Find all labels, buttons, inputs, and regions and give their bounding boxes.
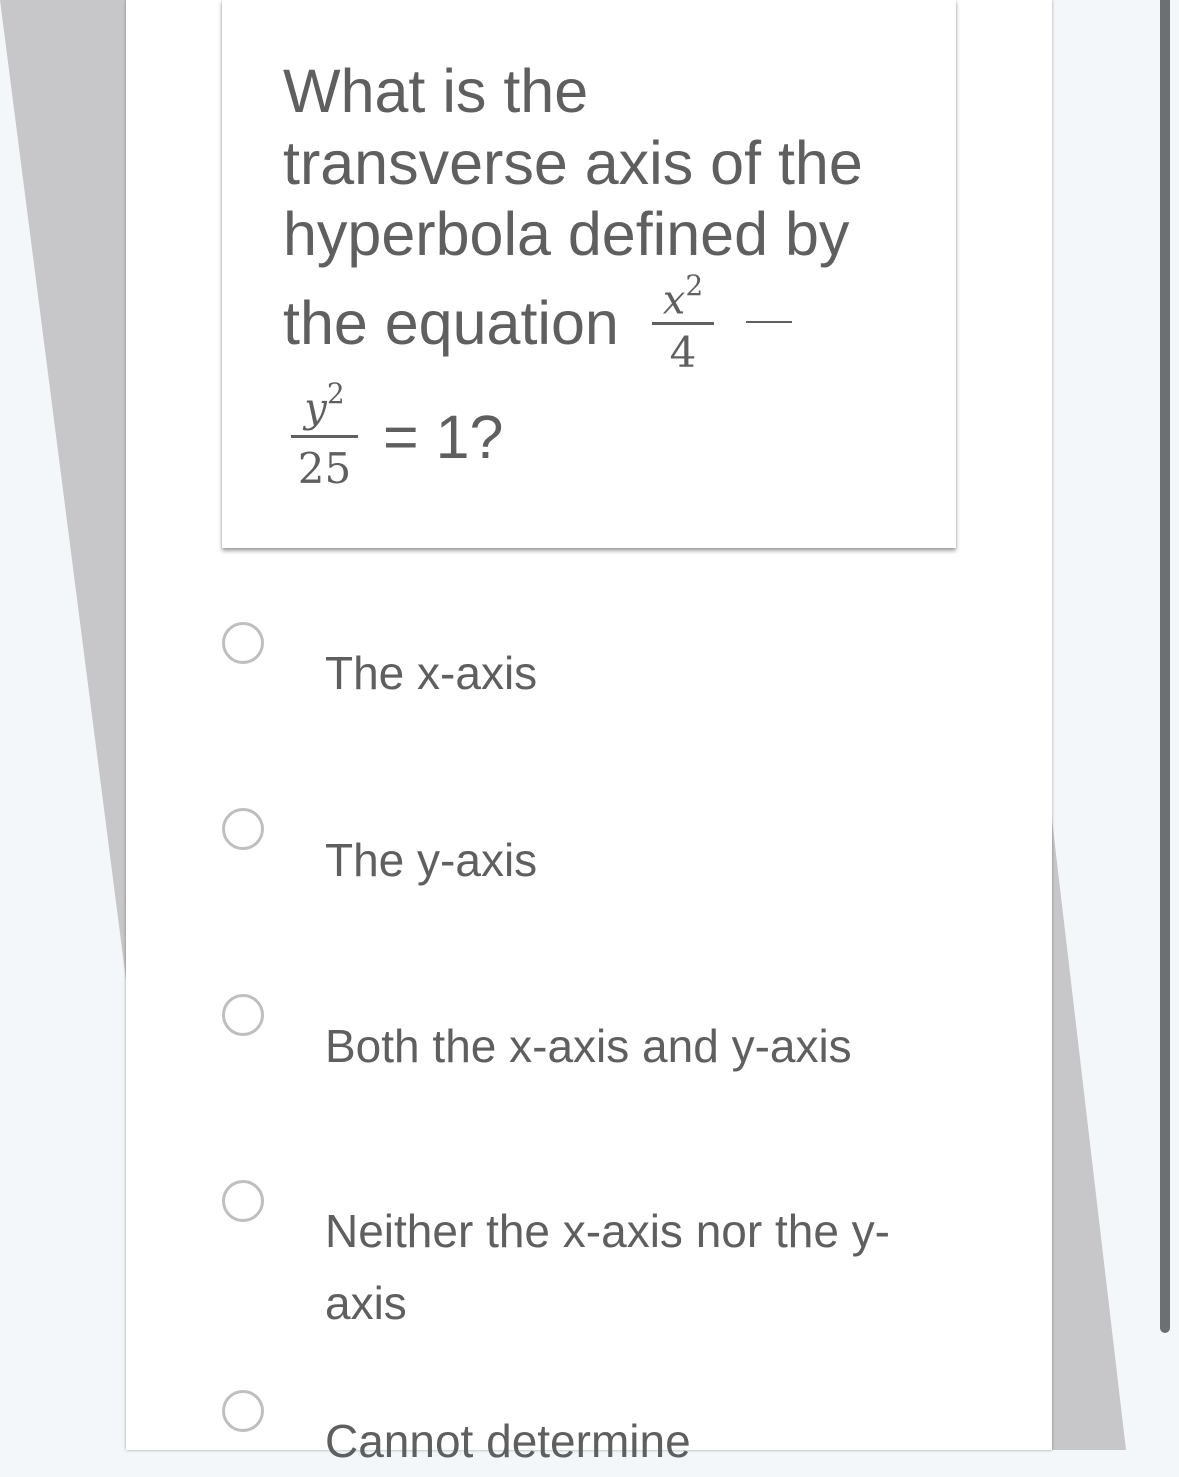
radio-button[interactable] — [222, 994, 264, 1036]
question-text-line-4: the equation — [283, 289, 619, 357]
fraction-x-squared-over-4: x2 4 — [652, 270, 714, 380]
answer-option-label: The x-axis — [325, 647, 538, 699]
answer-option[interactable]: The y-axis — [222, 808, 942, 898]
answer-option[interactable]: Cannot determine — [222, 1390, 942, 1467]
radio-button[interactable] — [222, 1390, 264, 1432]
scrollbar-thumb[interactable] — [1160, 0, 1170, 1333]
fraction-numerator: x — [662, 277, 686, 324]
fraction-denominator: 4 — [669, 328, 697, 377]
question-text-line-3: hyperbola defined by — [283, 200, 850, 268]
radio-button[interactable] — [222, 1180, 264, 1222]
minus-sign — [746, 321, 792, 323]
answer-option-label: The y-axis — [325, 834, 538, 886]
fraction-numerator: y — [304, 385, 327, 432]
fraction-exponent: 2 — [326, 377, 345, 410]
fraction-y-squared-over-25: y2 25 — [291, 376, 358, 496]
answer-option-label: Both the x-axis and y-axis — [325, 1020, 852, 1072]
question-text-line-2: transverse axis of the — [283, 129, 863, 197]
radio-button[interactable] — [222, 622, 264, 664]
fraction-denominator: 25 — [297, 444, 352, 493]
answer-option[interactable]: Neither the x-axis nor the y-axis — [222, 1180, 942, 1340]
answer-option-label: Cannot determine — [325, 1415, 691, 1467]
answer-option-label: Neither the x-axis nor the y-axis — [325, 1205, 891, 1329]
fraction-exponent: 2 — [685, 269, 704, 302]
answer-option[interactable]: The x-axis — [222, 622, 942, 712]
question-text-line-1: What is the — [283, 57, 589, 125]
radio-button[interactable] — [222, 808, 264, 850]
answer-option[interactable]: Both the x-axis and y-axis — [222, 994, 942, 1084]
equation-tail: = 1? — [383, 403, 504, 471]
